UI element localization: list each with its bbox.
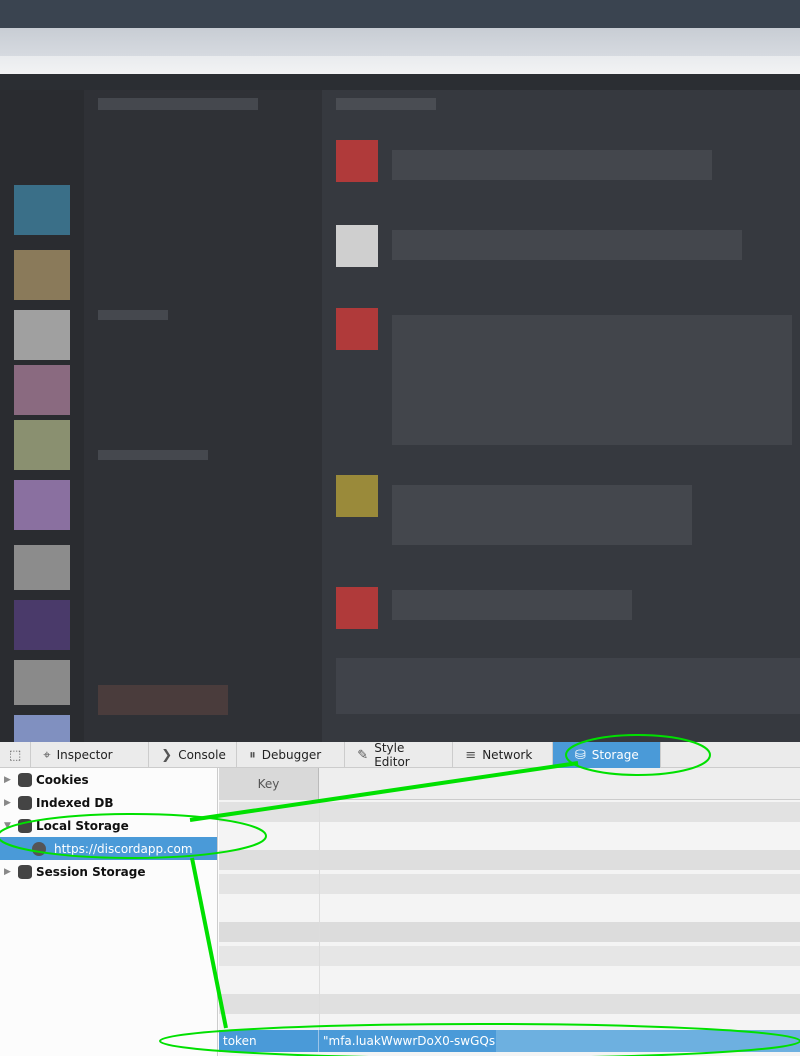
storage-table: Key token "mfa.luakWwwrDoX0-swGQs1H_: [219, 768, 800, 1056]
tab-style-editor[interactable]: ✎ Style Editor: [345, 741, 454, 769]
channel-list-blurred: [84, 90, 322, 742]
collapse-arrow-icon[interactable]: ▼: [4, 821, 14, 831]
style-editor-icon: ✎: [357, 747, 369, 763]
tab-label: Style Editor: [374, 741, 410, 769]
database-icon: [18, 818, 32, 833]
expand-arrow-icon[interactable]: ▶: [4, 775, 14, 785]
tree-label: Session Storage: [36, 864, 146, 879]
database-icon: [18, 772, 32, 787]
network-icon: ≡: [465, 747, 477, 763]
expand-arrow-icon[interactable]: ▶: [4, 798, 14, 808]
tab-storage[interactable]: ⛁ Storage: [553, 742, 662, 768]
tab-console[interactable]: ❯ Console: [149, 742, 238, 768]
element-picker-button[interactable]: ⬚: [0, 742, 32, 768]
console-icon: ❯: [161, 747, 173, 763]
tab-label: Network: [482, 748, 533, 762]
tree-label: Indexed DB: [36, 795, 114, 810]
table-row-blurred[interactable]: [219, 802, 800, 822]
debugger-icon: ⏸: [249, 747, 256, 763]
globe-icon: [32, 841, 46, 856]
tree-item-session-storage[interactable]: ▶ Session Storage: [0, 860, 217, 883]
table-row-blurred[interactable]: [219, 946, 800, 966]
expand-arrow-icon[interactable]: ▶: [4, 867, 14, 877]
tree-item-local-storage[interactable]: ▼ Local Storage: [0, 814, 217, 837]
table-row-token[interactable]: token "mfa.luakWwwrDoX0-swGQs1H_: [219, 1030, 800, 1052]
database-icon: [18, 864, 32, 879]
database-icon: [18, 795, 32, 810]
tab-label: Inspector: [56, 748, 113, 762]
tab-label: Storage: [591, 748, 639, 762]
tab-label: Debugger: [261, 748, 322, 762]
devtools-panel: ⬚ ⌖ Inspector ❯ Console ⏸ Debugger ✎ Style E…: [0, 741, 800, 1056]
server-list-blurred: [0, 90, 84, 742]
tree-label: Cookies: [36, 772, 89, 787]
table-row-blurred[interactable]: [219, 850, 800, 870]
tree-label: https://discordapp.com: [54, 841, 193, 856]
devtools-toolbar: ⬚ ⌖ Inspector ❯ Console ⏸ Debugger ✎ Style E…: [0, 741, 800, 769]
chat-area-blurred: [322, 90, 800, 742]
table-header: Key: [219, 768, 800, 800]
tree-item-origin[interactable]: https://discordapp.com: [0, 837, 217, 860]
tab-debugger[interactable]: ⏸ Debugger: [237, 742, 346, 768]
storage-icon: ⛁: [574, 747, 586, 763]
token-value-cell: "mfa.luakWwwrDoX0-swGQs1H_: [323, 1034, 518, 1048]
tree-item-indexed-db[interactable]: ▶ Indexed DB: [0, 791, 217, 814]
tree-label: Local Storage: [36, 818, 129, 833]
table-row-blurred[interactable]: [219, 874, 800, 894]
redacted-value: [496, 1030, 800, 1052]
browser-chrome-blurred: [0, 0, 800, 90]
tab-network[interactable]: ≡ Network: [453, 742, 554, 768]
tab-label: Console: [178, 748, 226, 762]
token-key-cell: token: [219, 1030, 319, 1052]
storage-tree: ▶ Cookies ▶ Indexed DB ▼ Local Storage http…: [0, 768, 218, 1056]
column-header-key[interactable]: Key: [219, 768, 319, 800]
pick-element-icon: ⬚: [9, 747, 22, 763]
tab-inspector[interactable]: ⌖ Inspector: [31, 742, 150, 768]
table-row-blurred[interactable]: [219, 994, 800, 1014]
table-row-blurred[interactable]: [219, 922, 800, 942]
inspector-icon: ⌖: [43, 747, 51, 763]
tree-item-cookies[interactable]: ▶ Cookies: [0, 768, 217, 791]
